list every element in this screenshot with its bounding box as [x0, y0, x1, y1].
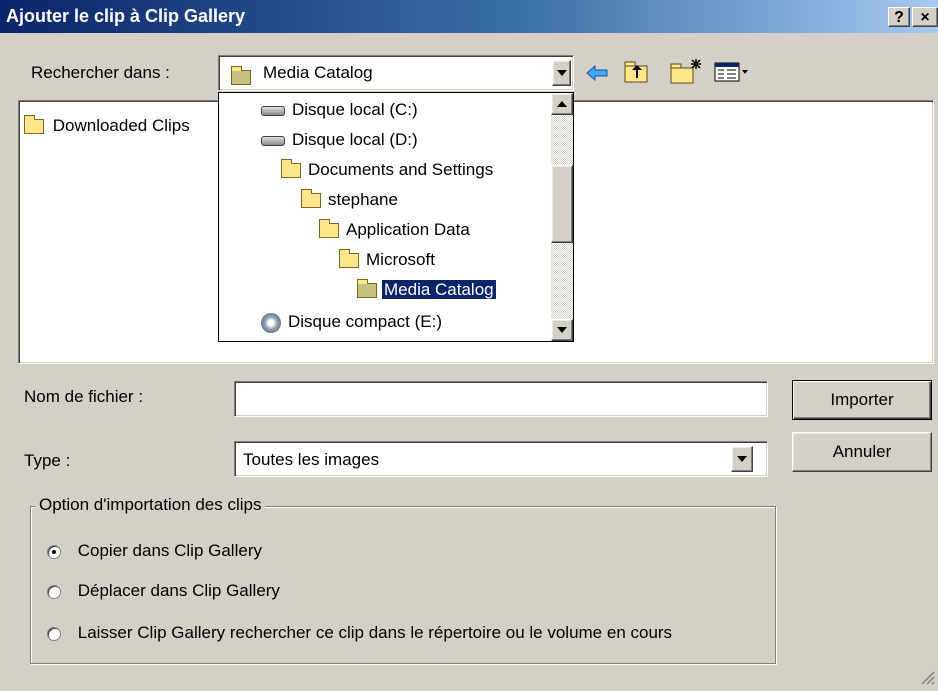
type-dropdown-button[interactable] [731, 446, 753, 472]
chevron-down-icon [557, 327, 567, 333]
radio-icon[interactable] [47, 626, 61, 641]
dropdown-item-documents[interactable]: Documents and Settings [281, 155, 495, 185]
close-button[interactable]: × [912, 7, 938, 27]
cd-drive-icon [261, 312, 281, 333]
dropdown-item-microsoft[interactable]: Microsoft [339, 245, 437, 275]
scroll-thumb[interactable] [551, 165, 573, 243]
arrow-left-icon [586, 64, 608, 82]
scroll-down-button[interactable] [551, 319, 573, 341]
view-menu-button[interactable] [712, 58, 752, 86]
new-folder-icon [670, 59, 701, 84]
chevron-up-icon [557, 101, 567, 107]
title-bar[interactable]: Ajouter le clip à Clip Gallery ? × [0, 0, 938, 33]
cancel-button[interactable]: Annuler [792, 432, 932, 472]
folder-icon [281, 159, 301, 179]
folder-icon [24, 115, 44, 135]
back-button[interactable] [583, 60, 611, 86]
lookin-dropdown-button[interactable] [552, 60, 571, 86]
radio-icon[interactable] [47, 584, 61, 599]
chevron-down-icon [737, 456, 747, 462]
list-item-label: Downloaded Clips [52, 116, 190, 135]
folder-up-icon [624, 61, 648, 83]
dropdown-item-media-catalog[interactable]: Media Catalog [357, 275, 497, 305]
open-folder-icon [357, 279, 377, 299]
resize-grip-icon [921, 671, 935, 685]
lookin-value: Media Catalog [263, 63, 373, 82]
option-leave[interactable]: Laisser Clip Gallery rechercher ce clip … [47, 623, 672, 643]
import-options-group: Option d'importation des clips Copier da… [30, 495, 776, 664]
type-select[interactable]: Toutes les images [234, 441, 768, 477]
import-options-legend: Option d'importation des clips [35, 495, 266, 515]
filename-label: Nom de fichier : [24, 387, 144, 406]
filename-input[interactable] [234, 381, 768, 417]
scroll-up-button[interactable] [551, 93, 573, 115]
list-item[interactable]: Downloaded Clips [24, 115, 190, 136]
folder-icon [301, 189, 321, 209]
dropdown-item-d-drive[interactable]: Disque local (D:) [261, 125, 420, 155]
up-folder-button[interactable] [622, 58, 652, 86]
dropdown-item-application-data[interactable]: Application Data [319, 215, 472, 245]
import-button[interactable]: Importer [792, 380, 932, 420]
dropdown-scrollbar[interactable] [551, 93, 573, 341]
dropdown-item-c-drive[interactable]: Disque local (C:) [261, 95, 420, 125]
window-title: Ajouter le clip à Clip Gallery [6, 6, 246, 26]
help-button[interactable]: ? [888, 7, 910, 27]
hard-drive-icon [261, 105, 285, 116]
folder-icon [319, 219, 339, 239]
type-value: Toutes les images [243, 450, 380, 469]
open-folder-icon [231, 66, 251, 86]
dropdown-item-stephane[interactable]: stephane [301, 185, 400, 215]
new-folder-button[interactable] [668, 56, 704, 86]
chevron-down-icon [556, 70, 567, 76]
lookin-dropdown-list[interactable]: Disque local (C:) Disque local (D:) Docu… [218, 92, 574, 342]
hard-drive-icon [261, 135, 285, 146]
resize-grip[interactable] [918, 668, 936, 686]
dropdown-item-cd-drive[interactable]: Disque compact (E:) [261, 307, 444, 337]
lookin-select[interactable]: Media Catalog [218, 55, 574, 91]
radio-checked-icon[interactable] [47, 544, 61, 559]
type-label: Type : [24, 451, 71, 470]
view-menu-icon [714, 62, 748, 82]
option-move[interactable]: Déplacer dans Clip Gallery [47, 581, 280, 601]
option-copy[interactable]: Copier dans Clip Gallery [47, 541, 262, 561]
lookin-label: Rechercher dans : [31, 63, 170, 82]
folder-icon [339, 249, 359, 269]
